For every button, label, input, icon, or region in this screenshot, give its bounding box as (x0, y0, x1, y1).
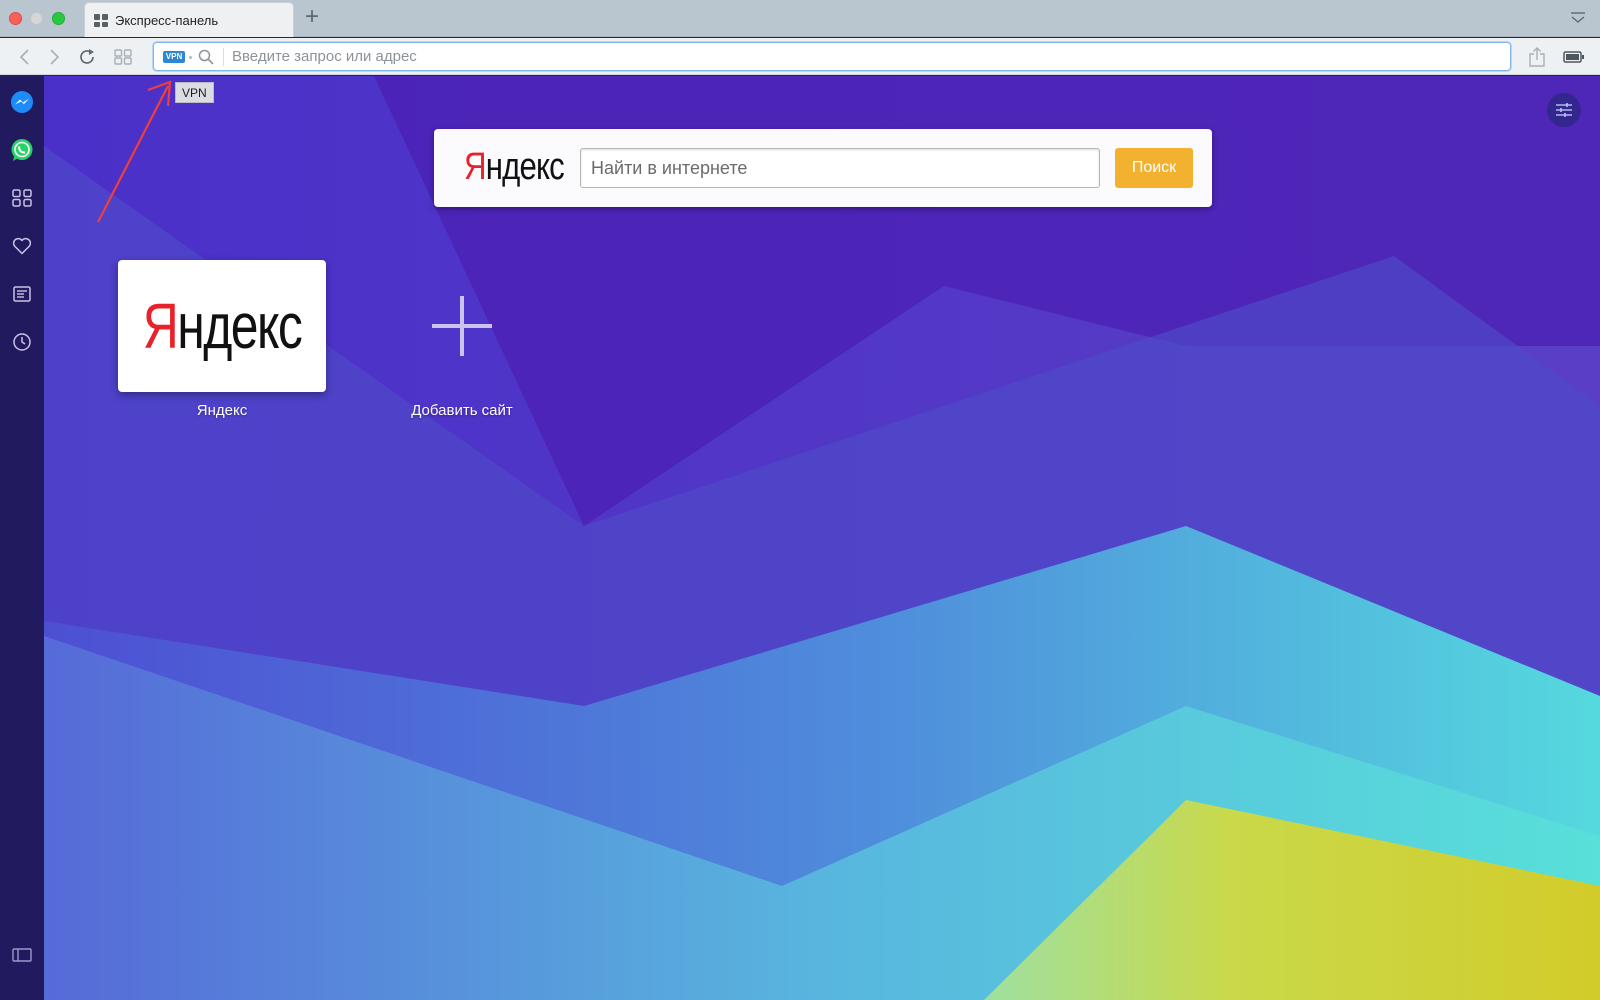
window-maximize-button[interactable] (52, 12, 65, 25)
grid-icon (114, 48, 132, 65)
speed-dial-tile-yandex[interactable]: Яндекс (118, 260, 326, 392)
news-icon (13, 286, 31, 302)
messenger-icon (11, 91, 33, 113)
vpn-badge[interactable]: VPN (163, 51, 185, 63)
sidebar-item-favorites[interactable] (9, 233, 35, 259)
speed-dial-tile-label[interactable]: Яндекс (118, 402, 326, 419)
history-clock-icon (13, 333, 31, 351)
sidebar-item-history[interactable] (9, 329, 35, 355)
tabs-menu-icon[interactable] (1570, 11, 1586, 25)
title-bar: Экспресс-панель + (0, 0, 1600, 37)
heart-icon (12, 237, 32, 255)
battery-icon (1563, 50, 1584, 63)
apps-grid-icon (12, 189, 32, 207)
vpn-status-dot (189, 56, 192, 59)
sidebar-item-whatsapp[interactable] (9, 137, 35, 163)
chevron-right-icon (50, 48, 60, 65)
yandex-logo[interactable]: Яндекс (464, 147, 565, 187)
background-wallpaper (44, 76, 1600, 1000)
share-icon (1529, 46, 1545, 67)
tab-express-panel[interactable]: Экспресс-панель (84, 2, 294, 37)
new-tab-button[interactable]: + (300, 5, 324, 29)
speed-dial-icon (94, 14, 108, 27)
chevron-left-icon (19, 48, 29, 65)
speed-dial-page (44, 76, 1600, 1000)
navigation-toolbar: VPN (0, 38, 1600, 75)
search-icon (198, 49, 214, 65)
forward-button[interactable] (41, 38, 67, 75)
address-separator (223, 48, 224, 66)
battery-saver-button[interactable] (1561, 38, 1587, 75)
address-input[interactable] (232, 45, 1482, 68)
sliders-icon (1556, 103, 1572, 117)
sidebar-item-apps[interactable] (9, 185, 35, 211)
search-button[interactable]: Поиск (1115, 148, 1193, 188)
whatsapp-icon (11, 139, 33, 161)
reload-icon (80, 48, 94, 64)
sidebar-toggle-button[interactable] (9, 942, 35, 968)
sidebar-item-news[interactable] (9, 281, 35, 307)
speed-dial-button[interactable] (110, 38, 136, 75)
web-search-input[interactable] (580, 148, 1100, 188)
back-button[interactable] (12, 38, 38, 75)
left-sidebar (0, 76, 44, 1000)
vpn-tooltip: VPN (175, 82, 214, 103)
annotation-arrow (97, 80, 172, 223)
sidebar-item-messenger[interactable] (9, 89, 35, 115)
tab-title: Экспресс-панель (115, 13, 219, 28)
yandex-search-widget: Яндекс Поиск (434, 129, 1212, 207)
sidebar-toggle-icon (12, 948, 32, 962)
reload-button[interactable] (74, 38, 100, 75)
address-bar[interactable]: VPN (153, 42, 1511, 71)
add-site-label[interactable]: Добавить сайт (382, 402, 542, 419)
window-minimize-button[interactable] (30, 12, 43, 25)
window-close-button[interactable] (9, 12, 22, 25)
share-button[interactable] (1524, 38, 1550, 75)
add-site-plus-icon[interactable] (430, 294, 494, 358)
yandex-tile-logo: Яндекс (142, 290, 303, 362)
speed-dial-settings-button[interactable] (1547, 93, 1581, 127)
